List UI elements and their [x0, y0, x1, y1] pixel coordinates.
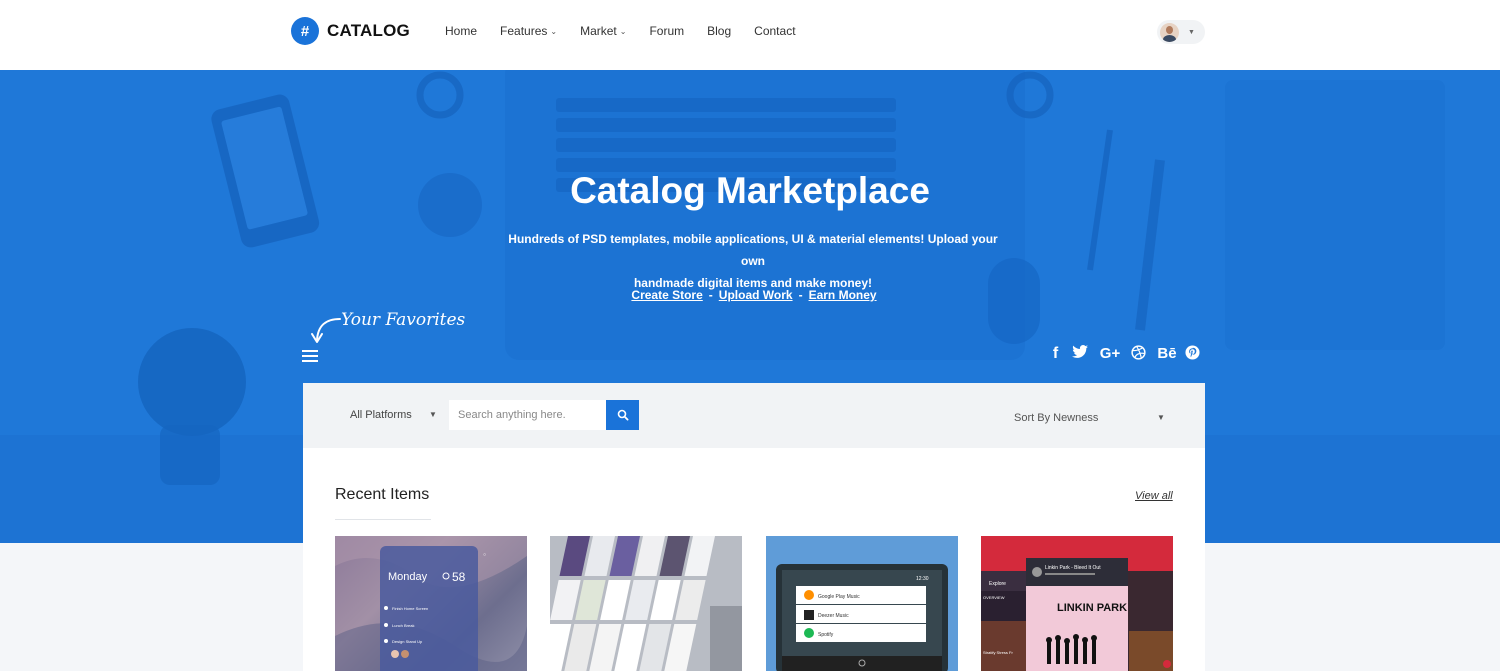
app-row: Spotify	[818, 632, 834, 638]
nav-label: Home	[445, 24, 478, 38]
hero-subtitle-line: Hundreds of PSD templates, mobile applic…	[508, 232, 998, 268]
platform-select[interactable]: All Platforms	[350, 409, 412, 421]
android-auto-preview-image: 12:30 Google Play Music Deezer Music Spo…	[766, 536, 958, 671]
music-player-preview-image: Explore OVERVIEW Stratify Stress Fr Link…	[981, 536, 1173, 671]
chevron-down-icon: ⌄	[619, 26, 627, 36]
view-all-link[interactable]: View all	[1135, 490, 1173, 502]
nav-item-features[interactable]: Features ⌄	[500, 24, 557, 38]
footer-label: Stratify Stress Fr	[983, 650, 1013, 655]
search-input[interactable]	[449, 400, 607, 430]
caret-down-icon[interactable]: ▼	[429, 410, 437, 419]
social-links: f G+ Bē	[1048, 345, 1201, 365]
hash-icon: #	[291, 17, 319, 45]
link-separator: -	[708, 288, 713, 302]
curved-arrow-icon	[311, 318, 341, 343]
album-title: LINKIN PARK	[1057, 602, 1127, 614]
user-menu[interactable]: ▼	[1157, 20, 1205, 44]
nav-item-market[interactable]: Market ⌄	[580, 24, 626, 38]
weather-temp: 58	[452, 570, 466, 584]
weather-day: Monday	[388, 571, 428, 583]
search-icon	[617, 409, 629, 421]
nav-item-forum[interactable]: Forum	[649, 24, 684, 38]
sort-select[interactable]: Sort By Newness	[1014, 412, 1098, 424]
svg-text:12:30: 12:30	[916, 576, 929, 582]
chevron-down-icon: ⌄	[550, 26, 558, 36]
nav-label: Forum	[649, 24, 685, 38]
hero-title: Catalog Marketplace	[570, 170, 930, 211]
weather-app-preview-image: ○ Monday 58 Finish Home Screen Lunch Bre…	[335, 536, 527, 671]
create-store-link[interactable]: Create Store	[631, 288, 702, 302]
task-row: Lunch Break	[392, 623, 414, 628]
dribbble-icon[interactable]	[1127, 345, 1149, 365]
upload-work-link[interactable]: Upload Work	[719, 288, 793, 302]
task-row: Design Stand Up	[392, 639, 423, 644]
svg-text:○: ○	[483, 552, 486, 558]
nav-label: Market	[580, 24, 617, 38]
brand-name: CATALOG	[327, 21, 410, 40]
nav-item-home[interactable]: Home	[445, 24, 477, 38]
item-thumbnail[interactable]: 12:30 Google Play Music Deezer Music Spo…	[766, 536, 958, 671]
nav-item-blog[interactable]: Blog	[707, 24, 731, 38]
main-nav: Home Features ⌄ Market ⌄ Forum Blog Cont…	[445, 24, 796, 38]
avatar	[1160, 22, 1179, 42]
pinterest-icon[interactable]	[1183, 345, 1201, 365]
caret-down-icon: ▼	[1188, 28, 1195, 36]
overview-label: OVERVIEW	[983, 595, 1005, 600]
nav-label: Blog	[707, 24, 732, 38]
hero-subtitle: Hundreds of PSD templates, mobile applic…	[500, 228, 1006, 294]
twitter-icon[interactable]	[1067, 345, 1093, 365]
app-row: Deezer Music	[818, 613, 849, 619]
section-title: Recent Items	[335, 486, 430, 503]
item-thumbnail[interactable]: Explore OVERVIEW Stratify Stress Fr Link…	[981, 536, 1173, 671]
content-card: All Platforms ▼ Sort By Newness ▼ Recent…	[303, 383, 1205, 671]
your-favorites-label: Your Favorites	[341, 310, 466, 330]
nav-item-contact[interactable]: Contact	[754, 24, 795, 38]
google-plus-icon[interactable]: G+	[1097, 345, 1123, 365]
item-thumbnail[interactable]	[550, 536, 742, 671]
search-button[interactable]	[606, 400, 639, 430]
caret-down-icon[interactable]: ▼	[1157, 413, 1165, 422]
ui-kit-screens-preview-image	[550, 536, 742, 671]
top-navbar: # CATALOG Home Features ⌄ Market ⌄ Forum…	[0, 0, 1500, 70]
link-separator: -	[798, 288, 803, 302]
nav-label: Features	[500, 24, 548, 38]
hamburger-menu-icon[interactable]	[302, 350, 318, 364]
filter-bar: All Platforms ▼ Sort By Newness ▼	[303, 383, 1205, 448]
behance-icon[interactable]: Bē	[1153, 345, 1181, 365]
app-row: Google Play Music	[818, 594, 860, 600]
explore-label: Explore	[989, 581, 1006, 587]
item-thumbnail[interactable]: ○ Monday 58 Finish Home Screen Lunch Bre…	[335, 536, 527, 671]
brand-logo[interactable]: # CATALOG	[291, 17, 410, 45]
title-divider	[335, 519, 431, 520]
facebook-icon[interactable]: f	[1048, 345, 1063, 365]
hero-links: Create Store - Upload Work - Earn Money	[0, 288, 1500, 302]
nav-label: Contact	[754, 24, 796, 38]
earn-money-link[interactable]: Earn Money	[809, 288, 877, 302]
task-row: Finish Home Screen	[392, 606, 428, 611]
track-title: Linkin Park - Bleed It Out	[1045, 565, 1101, 571]
